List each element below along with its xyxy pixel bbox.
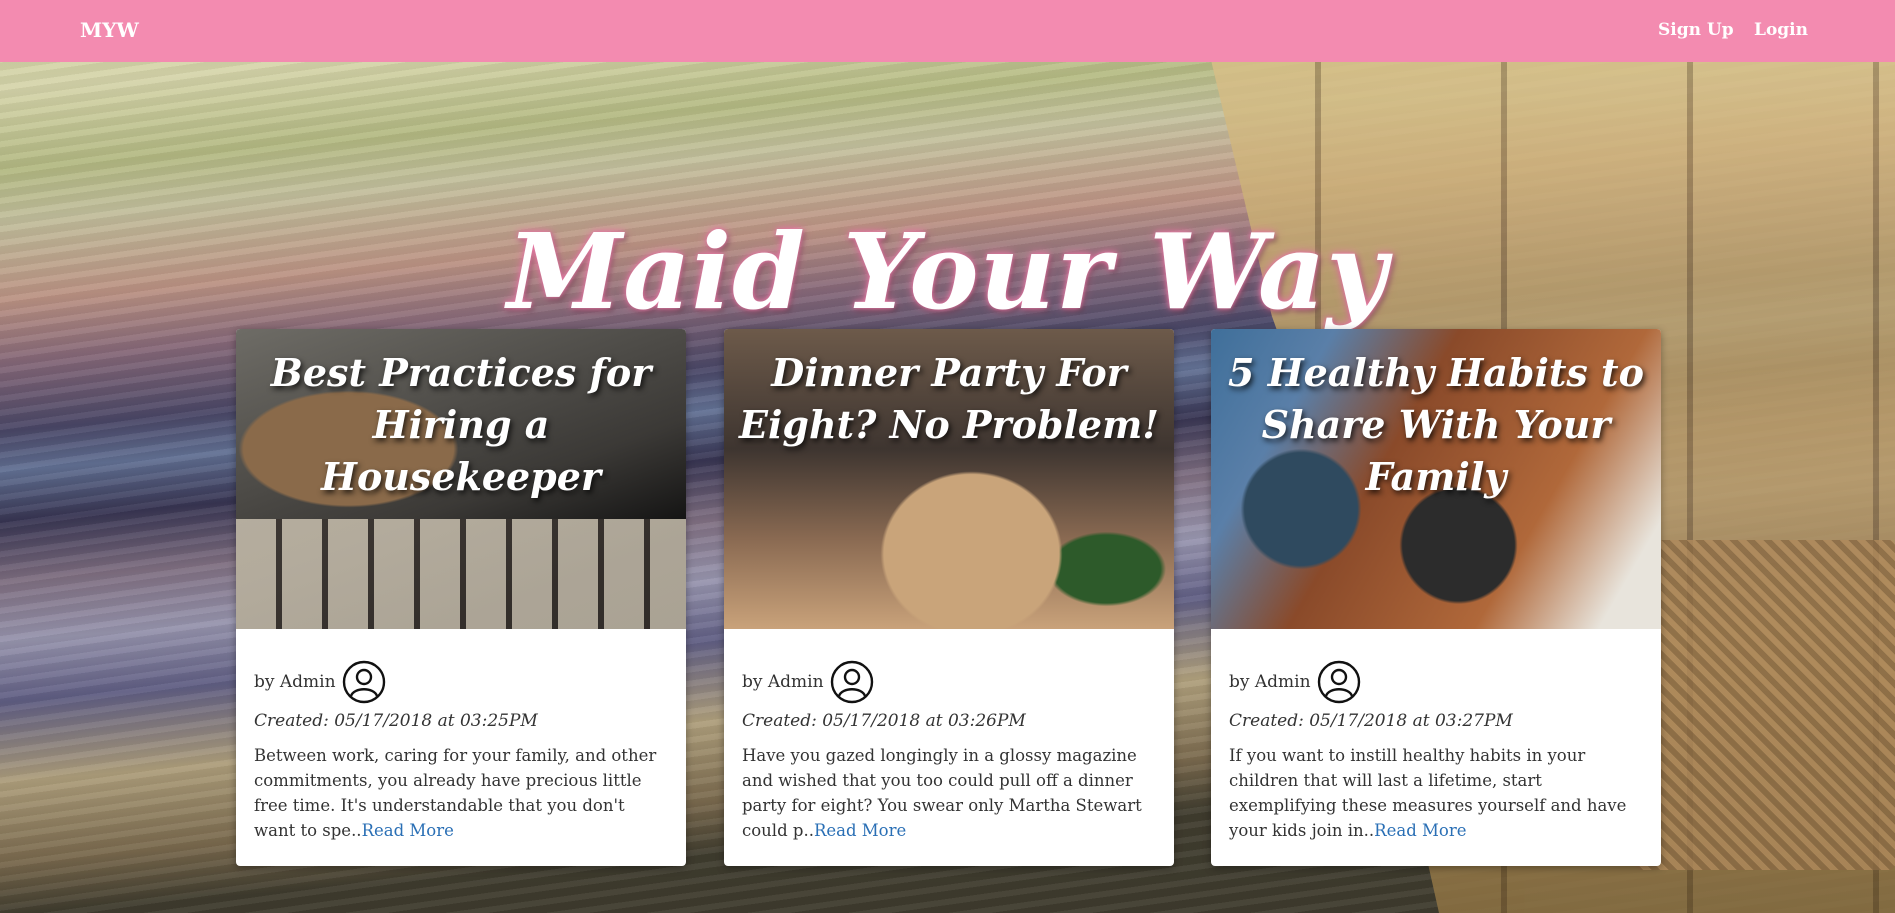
user-circle-icon [1317,660,1360,704]
post-card: 5 Healthy Habits to Share With Your Fami… [1211,329,1661,866]
post-created: Created: 05/17/2018 at 03:27PM [1229,711,1513,731]
read-more-link[interactable]: Read More [1374,821,1466,840]
login-link[interactable]: Login [1754,20,1808,40]
post-excerpt-text: Have you gazed longingly in a glossy mag… [742,746,1142,840]
post-title[interactable]: 5 Healthy Habits to Share With Your Fami… [1211,347,1661,503]
post-created: Created: 05/17/2018 at 03:26PM [742,711,1026,731]
user-circle-icon [342,660,385,704]
post-card: Dinner Party For Eight? No Problem! by A… [724,329,1174,866]
post-image[interactable]: Dinner Party For Eight? No Problem! [724,329,1174,629]
author-row: by Admin [742,659,1156,705]
post-excerpt: Have you gazed longingly in a glossy mag… [742,743,1156,843]
post-title[interactable]: Dinner Party For Eight? No Problem! [724,347,1174,451]
post-body: by Admin Created: 05/17/2018 at 03:27PM … [1211,629,1661,843]
author-row: by Admin [1229,659,1643,705]
read-more-link[interactable]: Read More [814,821,906,840]
post-title[interactable]: Best Practices for Hiring a Housekeeper [236,347,686,503]
post-body: by Admin Created: 05/17/2018 at 03:25PM … [236,629,686,843]
post-created: Created: 05/17/2018 at 03:25PM [254,711,538,731]
brand-link[interactable]: MYW [80,18,139,42]
post-author: by Admin [742,672,824,692]
post-image[interactable]: Best Practices for Hiring a Housekeeper [236,329,686,629]
post-excerpt: Between work, caring for your family, an… [254,743,668,843]
post-card: Best Practices for Hiring a Housekeeper … [236,329,686,866]
post-author: by Admin [1229,672,1311,692]
signup-link[interactable]: Sign Up [1658,20,1734,40]
post-author: by Admin [254,672,336,692]
user-circle-icon [830,660,873,704]
navbar: MYW Sign Up Login [0,0,1895,62]
post-body: by Admin Created: 05/17/2018 at 03:26PM … [724,629,1174,843]
author-row: by Admin [254,659,668,705]
post-excerpt: If you want to instill healthy habits in… [1229,743,1643,843]
hero-title: Maid Your Way [507,209,1388,333]
post-image[interactable]: 5 Healthy Habits to Share With Your Fami… [1211,329,1661,629]
background-basket [1635,540,1895,870]
post-excerpt-text: Between work, caring for your family, an… [254,746,657,840]
read-more-link[interactable]: Read More [362,821,454,840]
